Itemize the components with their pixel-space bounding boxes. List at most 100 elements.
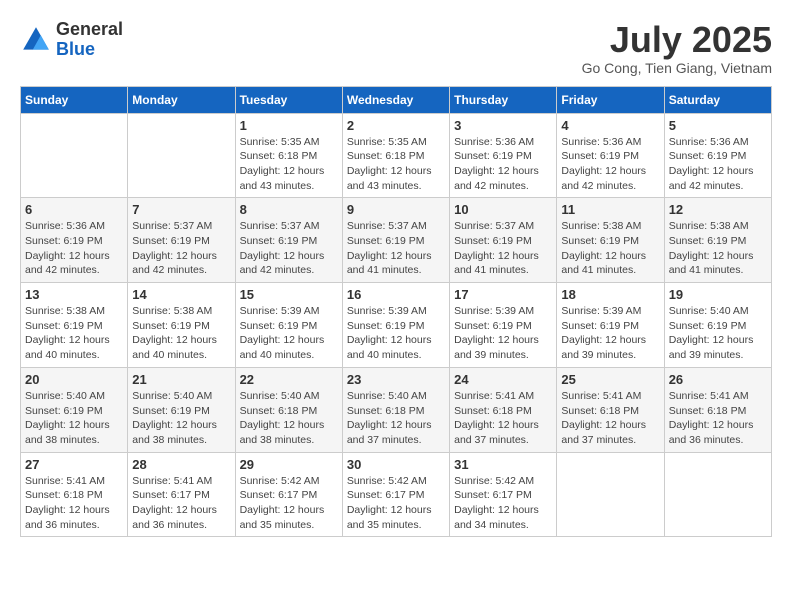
calendar-cell: 15 Sunrise: 5:39 AMSunset: 6:19 PMDayligh… [235, 283, 342, 368]
day-info: Sunrise: 5:40 AMSunset: 6:19 PMDaylight:… [669, 304, 767, 363]
calendar-cell [128, 113, 235, 198]
calendar-cell: 18 Sunrise: 5:39 AMSunset: 6:19 PMDayligh… [557, 283, 664, 368]
day-number: 23 [347, 372, 445, 387]
day-number: 27 [25, 457, 123, 472]
calendar-cell: 13 Sunrise: 5:38 AMSunset: 6:19 PMDayligh… [21, 283, 128, 368]
calendar-cell: 19 Sunrise: 5:40 AMSunset: 6:19 PMDayligh… [664, 283, 771, 368]
calendar-week-row: 1Sunrise: 5:35 AMSunset: 6:18 PMDaylight… [21, 113, 772, 198]
calendar-cell: 26 Sunrise: 5:41 AMSunset: 6:18 PMDayligh… [664, 367, 771, 452]
day-info: Sunrise: 5:42 AMSunset: 6:17 PMDaylight:… [347, 474, 445, 533]
calendar-week-row: 13 Sunrise: 5:38 AMSunset: 6:19 PMDayligh… [21, 283, 772, 368]
day-info: Sunrise: 5:42 AMSunset: 6:17 PMDaylight:… [240, 474, 338, 533]
day-info: Sunrise: 5:41 AMSunset: 6:18 PMDaylight:… [454, 389, 552, 448]
day-info: Sunrise: 5:41 AMSunset: 6:17 PMDaylight:… [132, 474, 230, 533]
month-title: July 2025 [582, 20, 772, 60]
day-info: Sunrise: 5:40 AMSunset: 6:18 PMDaylight:… [240, 389, 338, 448]
calendar-cell: 5 Sunrise: 5:36 AMSunset: 6:19 PMDaylight… [664, 113, 771, 198]
day-info: Sunrise: 5:41 AMSunset: 6:18 PMDaylight:… [25, 474, 123, 533]
logo: General Blue [20, 20, 123, 60]
title-area: July 2025 Go Cong, Tien Giang, Vietnam [582, 20, 772, 76]
day-info: Sunrise: 5:38 AMSunset: 6:19 PMDaylight:… [25, 304, 123, 363]
day-header-sunday: Sunday [21, 86, 128, 113]
calendar-cell: 3Sunrise: 5:36 AMSunset: 6:19 PMDaylight… [450, 113, 557, 198]
calendar-cell: 14Sunrise: 5:38 AMSunset: 6:19 PMDayligh… [128, 283, 235, 368]
day-number: 18 [561, 287, 659, 302]
calendar-cell: 31 Sunrise: 5:42 AMSunset: 6:17 PMDayligh… [450, 452, 557, 537]
day-info: Sunrise: 5:35 AMSunset: 6:18 PMDaylight:… [347, 135, 445, 194]
day-header-tuesday: Tuesday [235, 86, 342, 113]
day-info: Sunrise: 5:38 AMSunset: 6:19 PMDaylight:… [561, 219, 659, 278]
calendar-cell: 7 Sunrise: 5:37 AMSunset: 6:19 PMDaylight… [128, 198, 235, 283]
page-header: General Blue July 2025 Go Cong, Tien Gia… [20, 20, 772, 76]
day-number: 22 [240, 372, 338, 387]
day-number: 25 [561, 372, 659, 387]
day-number: 10 [454, 202, 552, 217]
day-number: 20 [25, 372, 123, 387]
day-info: Sunrise: 5:39 AMSunset: 6:19 PMDaylight:… [347, 304, 445, 363]
day-number: 15 [240, 287, 338, 302]
day-info: Sunrise: 5:37 AMSunset: 6:19 PMDaylight:… [240, 219, 338, 278]
day-number: 11 [561, 202, 659, 217]
day-number: 17 [454, 287, 552, 302]
day-header-thursday: Thursday [450, 86, 557, 113]
day-info: Sunrise: 5:36 AMSunset: 6:19 PMDaylight:… [25, 219, 123, 278]
day-number: 9 [347, 202, 445, 217]
day-info: Sunrise: 5:37 AMSunset: 6:19 PMDaylight:… [132, 219, 230, 278]
calendar-cell: 8 Sunrise: 5:37 AMSunset: 6:19 PMDaylight… [235, 198, 342, 283]
day-number: 24 [454, 372, 552, 387]
calendar-table: SundayMondayTuesdayWednesdayThursdayFrid… [20, 86, 772, 538]
day-info: Sunrise: 5:38 AMSunset: 6:19 PMDaylight:… [669, 219, 767, 278]
day-number: 4 [561, 118, 659, 133]
day-number: 8 [240, 202, 338, 217]
day-info: Sunrise: 5:35 AMSunset: 6:18 PMDaylight:… [240, 135, 338, 194]
day-number: 5 [669, 118, 767, 133]
day-header-wednesday: Wednesday [342, 86, 449, 113]
calendar-cell: 9Sunrise: 5:37 AMSunset: 6:19 PMDaylight… [342, 198, 449, 283]
day-info: Sunrise: 5:39 AMSunset: 6:19 PMDaylight:… [240, 304, 338, 363]
day-info: Sunrise: 5:36 AMSunset: 6:19 PMDaylight:… [561, 135, 659, 194]
day-header-saturday: Saturday [664, 86, 771, 113]
day-number: 19 [669, 287, 767, 302]
day-info: Sunrise: 5:39 AMSunset: 6:19 PMDaylight:… [561, 304, 659, 363]
day-info: Sunrise: 5:41 AMSunset: 6:18 PMDaylight:… [561, 389, 659, 448]
calendar-cell: 25 Sunrise: 5:41 AMSunset: 6:18 PMDayligh… [557, 367, 664, 452]
logo-general: General [56, 19, 123, 39]
calendar-cell: 24 Sunrise: 5:41 AMSunset: 6:18 PMDayligh… [450, 367, 557, 452]
calendar-cell: 29 Sunrise: 5:42 AMSunset: 6:17 PMDayligh… [235, 452, 342, 537]
day-info: Sunrise: 5:36 AMSunset: 6:19 PMDaylight:… [669, 135, 767, 194]
day-number: 26 [669, 372, 767, 387]
day-info: Sunrise: 5:38 AMSunset: 6:19 PMDaylight:… [132, 304, 230, 363]
logo-icon [20, 24, 52, 56]
day-info: Sunrise: 5:41 AMSunset: 6:18 PMDaylight:… [669, 389, 767, 448]
calendar-cell: 22 Sunrise: 5:40 AMSunset: 6:18 PMDayligh… [235, 367, 342, 452]
calendar-header-row: SundayMondayTuesdayWednesdayThursdayFrid… [21, 86, 772, 113]
day-info: Sunrise: 5:39 AMSunset: 6:19 PMDaylight:… [454, 304, 552, 363]
day-number: 31 [454, 457, 552, 472]
logo-text: General Blue [56, 20, 123, 60]
calendar-cell: 11 Sunrise: 5:38 AMSunset: 6:19 PMDayligh… [557, 198, 664, 283]
day-number: 16 [347, 287, 445, 302]
calendar-cell: 27 Sunrise: 5:41 AMSunset: 6:18 PMDayligh… [21, 452, 128, 537]
calendar-cell: 21Sunrise: 5:40 AMSunset: 6:19 PMDayligh… [128, 367, 235, 452]
day-number: 30 [347, 457, 445, 472]
day-info: Sunrise: 5:37 AMSunset: 6:19 PMDaylight:… [454, 219, 552, 278]
day-number: 6 [25, 202, 123, 217]
calendar-week-row: 6 Sunrise: 5:36 AMSunset: 6:19 PMDaylight… [21, 198, 772, 283]
calendar-cell [557, 452, 664, 537]
day-number: 13 [25, 287, 123, 302]
day-number: 7 [132, 202, 230, 217]
day-number: 21 [132, 372, 230, 387]
calendar-cell [21, 113, 128, 198]
day-number: 2 [347, 118, 445, 133]
day-info: Sunrise: 5:42 AMSunset: 6:17 PMDaylight:… [454, 474, 552, 533]
day-number: 12 [669, 202, 767, 217]
calendar-cell: 10 Sunrise: 5:37 AMSunset: 6:19 PMDayligh… [450, 198, 557, 283]
day-number: 29 [240, 457, 338, 472]
calendar-cell: 28Sunrise: 5:41 AMSunset: 6:17 PMDayligh… [128, 452, 235, 537]
day-header-friday: Friday [557, 86, 664, 113]
calendar-cell: 4 Sunrise: 5:36 AMSunset: 6:19 PMDaylight… [557, 113, 664, 198]
logo-blue: Blue [56, 39, 95, 59]
day-info: Sunrise: 5:36 AMSunset: 6:19 PMDaylight:… [454, 135, 552, 194]
calendar-cell: 2 Sunrise: 5:35 AMSunset: 6:18 PMDaylight… [342, 113, 449, 198]
calendar-cell [664, 452, 771, 537]
